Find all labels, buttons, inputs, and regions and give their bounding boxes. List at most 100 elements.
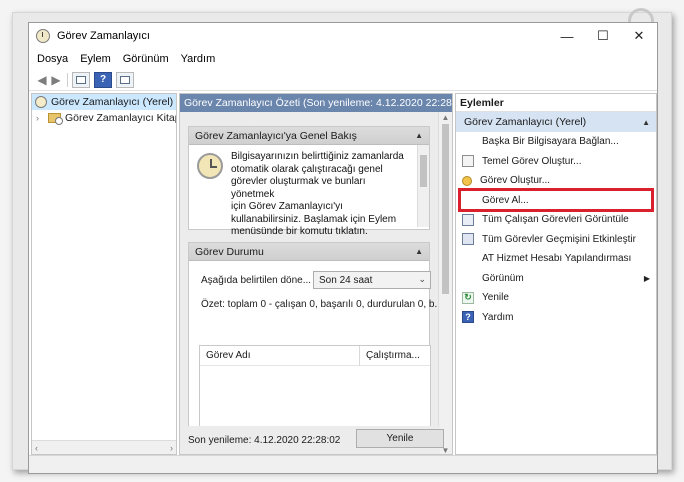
action-connect-another-computer[interactable]: Başka Bir Bilgisayara Bağlan... bbox=[456, 132, 656, 152]
help-icon: ? bbox=[462, 311, 474, 324]
collapse-icon[interactable]: ▲ bbox=[415, 131, 423, 140]
action-label: Görev Al... bbox=[482, 194, 529, 206]
action-create-task[interactable]: Görev Oluştur... bbox=[456, 171, 656, 191]
overview-section-header[interactable]: Görev Zamanlayıcı'ya Genel Bakış ▲ bbox=[189, 127, 429, 145]
action-label: Görev Oluştur... bbox=[480, 175, 551, 187]
history-icon bbox=[462, 233, 474, 246]
collapse-icon[interactable]: ▲ bbox=[415, 247, 423, 256]
clock-illustration-icon bbox=[197, 153, 223, 179]
action-help[interactable]: ? Yardım bbox=[456, 308, 656, 328]
overview-line: kullanabilirsiniz. Başlamak için Eylem bbox=[231, 213, 397, 225]
list-icon bbox=[462, 213, 474, 226]
help-icon[interactable]: ? bbox=[94, 71, 112, 88]
collapse-icon[interactable]: ▲ bbox=[642, 118, 650, 127]
menu-file[interactable]: Dosya bbox=[37, 53, 68, 65]
blank-icon bbox=[462, 136, 474, 148]
forward-arrow-icon[interactable]: ▶ bbox=[49, 73, 63, 87]
chevron-right-icon: ▶ bbox=[643, 273, 650, 283]
overview-line: için Görev Zamanlayıcı'yı bbox=[231, 201, 343, 212]
task-status-section-header[interactable]: Görev Durumu ▲ bbox=[189, 243, 429, 261]
menu-view[interactable]: Görünüm bbox=[123, 53, 169, 65]
toolbar: ◀ ▶ ? bbox=[29, 69, 657, 91]
period-filter-label: Aşağıda belirtilen döne... bbox=[201, 275, 312, 286]
clock-icon bbox=[35, 96, 47, 108]
console-tree-icon bbox=[76, 75, 86, 84]
action-label: Yenile bbox=[482, 292, 509, 304]
column-header-run[interactable]: Çalıştırma... bbox=[360, 346, 430, 366]
folder-icon bbox=[48, 113, 63, 125]
overview-title: Görev Zamanlayıcı'ya Genel Bakış bbox=[195, 129, 357, 142]
summary-vertical-scrollbar[interactable]: ▲ ▼ bbox=[438, 112, 452, 454]
show-hide-action-pane-button[interactable] bbox=[116, 71, 134, 88]
tree-item-label: Görev Zamanlayıcı (Yerel) bbox=[51, 96, 174, 108]
minimize-button[interactable]: — bbox=[549, 23, 585, 49]
menu-help[interactable]: Yardım bbox=[181, 53, 216, 65]
tree-item-label: Görev Zamanlayıcı Kitaplı bbox=[65, 112, 177, 124]
action-label: Tüm Görevler Geçmişini Etkinleştir bbox=[482, 233, 636, 245]
blank-icon bbox=[462, 194, 474, 206]
period-filter-value: Son 24 saat bbox=[319, 274, 373, 286]
blank-icon bbox=[462, 272, 474, 284]
window-controls: — ☐ ✕ bbox=[549, 23, 657, 49]
overview-body: Bilgisayarınızın belirttiğiniz zamanlard… bbox=[189, 145, 429, 237]
task-status-title: Görev Durumu bbox=[195, 245, 264, 258]
title-bar: Görev Zamanlayıcı — ☐ ✕ bbox=[29, 23, 657, 49]
back-arrow-icon[interactable]: ◀ bbox=[35, 73, 49, 87]
menu-action[interactable]: Eylem bbox=[80, 53, 111, 65]
tree-item-task-scheduler-library[interactable]: › Görev Zamanlayıcı Kitaplı bbox=[32, 110, 176, 126]
toolbar-separator bbox=[67, 72, 68, 87]
menu-bar: Dosya Eylem Görünüm Yardım bbox=[29, 49, 657, 69]
chevron-down-icon: ⌄ bbox=[418, 274, 426, 284]
action-refresh[interactable]: ↻ Yenile bbox=[456, 288, 656, 308]
action-create-basic-task[interactable]: Temel Görev Oluştur... bbox=[456, 152, 656, 172]
blank-icon bbox=[462, 253, 474, 265]
overview-section: Görev Zamanlayıcı'ya Genel Bakış ▲ Bilgi… bbox=[188, 126, 430, 237]
action-view[interactable]: Görünüm ▶ bbox=[456, 269, 656, 289]
action-label: Tüm Çalışan Görevleri Görüntüle bbox=[482, 214, 629, 226]
refresh-button[interactable]: Yenile bbox=[356, 429, 444, 448]
period-filter-select[interactable]: Son 24 saat ⌄ bbox=[313, 271, 431, 289]
overview-scrollbar[interactable] bbox=[417, 145, 429, 227]
actions-group-header[interactable]: Görev Zamanlayıcı (Yerel) ▲ bbox=[456, 112, 656, 132]
action-label: Görünüm bbox=[482, 272, 524, 284]
window-title: Görev Zamanlayıcı bbox=[57, 30, 150, 42]
scrollbar-thumb[interactable] bbox=[420, 155, 427, 187]
status-summary: Özet: toplam 0 - çalışan 0, başarılı 0, … bbox=[201, 299, 443, 310]
overview-line: görevler oluşturmak ve bunları yönetmek bbox=[231, 176, 366, 200]
console-tree: Görev Zamanlayıcı (Yerel) › Görev Zamanl… bbox=[31, 93, 177, 455]
action-import-task[interactable]: Görev Al... bbox=[456, 191, 656, 211]
column-header-task-name[interactable]: Görev Adı bbox=[200, 345, 360, 366]
scrollbar-thumb[interactable] bbox=[442, 124, 449, 294]
create-task-icon bbox=[462, 175, 472, 186]
actions-title: Eylemler bbox=[456, 94, 656, 112]
chevron-right-icon[interactable]: › bbox=[36, 113, 46, 123]
status-bar bbox=[29, 455, 657, 473]
scroll-right-icon[interactable]: › bbox=[170, 443, 173, 453]
actions-group-label: Görev Zamanlayıcı (Yerel) bbox=[464, 116, 587, 128]
show-hide-console-tree-button[interactable] bbox=[72, 71, 90, 88]
actions-pane: Eylemler Görev Zamanlayıcı (Yerel) ▲ Baş… bbox=[455, 93, 657, 455]
table-header: Görev Adı Çalıştırma... bbox=[200, 345, 430, 366]
clock-icon bbox=[36, 29, 50, 43]
task-scheduler-window: Görev Zamanlayıcı — ☐ ✕ Dosya Eylem Görü… bbox=[28, 22, 658, 474]
action-label: AT Hizmet Hesabı Yapılandırması bbox=[482, 253, 632, 265]
tree-item-task-scheduler-local[interactable]: Görev Zamanlayıcı (Yerel) bbox=[32, 94, 176, 110]
overview-line: otomatik olarak çalıştıracağı genel bbox=[231, 163, 383, 175]
task-status-table: Görev Adı Çalıştırma... bbox=[199, 345, 431, 429]
action-label: Başka Bir Bilgisayara Bağlan... bbox=[482, 136, 619, 148]
close-button[interactable]: ✕ bbox=[621, 23, 657, 49]
action-pane-icon bbox=[120, 75, 130, 84]
action-display-running-tasks[interactable]: Tüm Çalışan Görevleri Görüntüle bbox=[456, 210, 656, 230]
refresh-icon: ↻ bbox=[462, 291, 474, 304]
action-enable-all-tasks-history[interactable]: Tüm Görevler Geçmişini Etkinleştir bbox=[456, 230, 656, 250]
scroll-up-icon[interactable]: ▲ bbox=[439, 113, 452, 122]
scroll-left-icon[interactable]: ‹ bbox=[35, 443, 38, 453]
maximize-button[interactable]: ☐ bbox=[585, 23, 621, 49]
tree-horizontal-scrollbar[interactable]: ‹ › bbox=[32, 440, 176, 454]
action-at-service-account-config[interactable]: AT Hizmet Hesabı Yapılandırması bbox=[456, 249, 656, 269]
task-status-section: Görev Durumu ▲ Aşağıda belirtilen döne..… bbox=[188, 242, 443, 432]
last-refresh-text: Son yenileme: 4.12.2020 22:28:02 bbox=[188, 434, 341, 446]
overview-line: Bilgisayarınızın belirttiğiniz zamanlard… bbox=[231, 151, 404, 162]
action-label: Yardım bbox=[482, 311, 514, 323]
action-label: Temel Görev Oluştur... bbox=[482, 155, 582, 167]
